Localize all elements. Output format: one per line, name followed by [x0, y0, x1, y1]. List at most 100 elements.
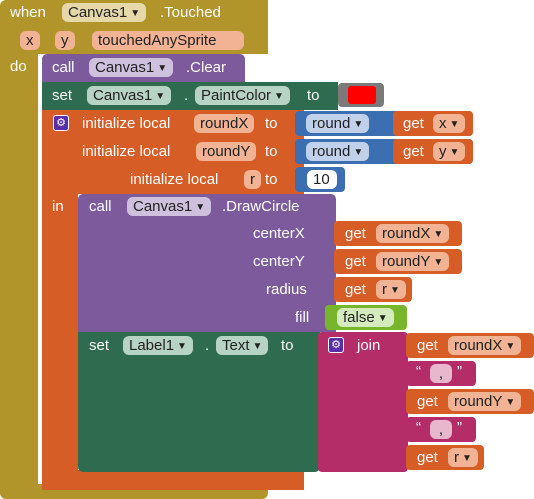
paint-to-label: to: [307, 87, 320, 104]
get-x-var: x: [439, 115, 447, 132]
dropdown-arrow-icon: ▼: [353, 147, 364, 158]
join-get-r-dropdown[interactable]: r ▼: [448, 448, 478, 467]
draw-component-dropdown[interactable]: Canvas1 ▼: [127, 197, 212, 216]
number-value[interactable]: 10: [307, 170, 337, 189]
label-component-dropdown[interactable]: Label1 ▼: [123, 336, 193, 355]
param-y[interactable]: y: [55, 31, 75, 50]
init-to-label-1: to: [265, 115, 278, 132]
arg-fill-label: fill: [295, 309, 310, 326]
open-quote-icon: “: [416, 419, 421, 436]
get-roundy-var: roundY: [382, 253, 431, 270]
join-label: join: [357, 337, 381, 354]
local-var-roundx[interactable]: roundX: [194, 114, 255, 133]
get-y-dropdown[interactable]: y ▼: [433, 142, 466, 161]
param-x[interactable]: x: [20, 31, 40, 50]
text-comma-value-1[interactable]: ,: [430, 364, 452, 383]
dropdown-arrow-icon: ▼: [377, 313, 388, 324]
label-dot-label: .: [205, 337, 210, 354]
init-to-label-2: to: [265, 143, 278, 160]
dropdown-arrow-icon: ▼: [449, 147, 460, 158]
event-name-label: .Touched: [160, 4, 221, 21]
label-set-label: set: [89, 337, 110, 354]
when-label: when: [10, 4, 46, 21]
arg-centery-label: centerY: [253, 253, 305, 270]
do-label: do: [10, 58, 27, 75]
dropdown-arrow-icon: ▼: [252, 341, 263, 352]
event-header-ext: [260, 0, 268, 54]
close-quote-icon: ”: [457, 419, 462, 436]
get-x-dropdown[interactable]: x ▼: [433, 114, 466, 133]
param-touched-any-sprite[interactable]: touchedAnySprite: [92, 31, 244, 50]
local-var-r[interactable]: r: [244, 170, 261, 189]
dropdown-arrow-icon: ▼: [177, 341, 187, 352]
join-get-roundy-label: get: [417, 393, 438, 410]
fill-value-label: false: [343, 309, 375, 326]
dropdown-arrow-icon: ▼: [505, 341, 516, 352]
join-get-roundx-var: roundX: [454, 337, 503, 354]
fill-value-dropdown[interactable]: false ▼: [337, 308, 394, 327]
text-comma-value-2[interactable]: ,: [430, 420, 452, 439]
draw-call-label: call: [89, 198, 112, 215]
get-y-label: get: [403, 143, 424, 160]
join-get-roundx-label: get: [417, 337, 438, 354]
label-component-label: Label1: [129, 337, 175, 354]
get-r-dropdown[interactable]: r ▼: [376, 280, 406, 299]
arg-radius-label: radius: [266, 281, 307, 298]
dropdown-arrow-icon: ▼: [157, 63, 168, 74]
get-roundx-var: roundX: [382, 225, 431, 242]
gear-icon[interactable]: ⚙: [328, 337, 344, 353]
close-quote-icon: ”: [457, 363, 462, 380]
dropdown-arrow-icon: ▼: [449, 119, 460, 130]
open-quote-icon: “: [416, 363, 421, 380]
get-r-var: r: [382, 281, 387, 298]
join-get-roundy-var: roundY: [454, 393, 503, 410]
round-fn-label-y: round: [312, 143, 351, 160]
round-fn-label-x: round: [312, 115, 351, 132]
dropdown-arrow-icon: ▼: [390, 285, 400, 296]
event-component-dropdown[interactable]: Canvas1 ▼: [62, 3, 147, 22]
init-label-1: initialize local: [82, 115, 171, 132]
label-property-dropdown[interactable]: Text ▼: [216, 336, 269, 355]
dropdown-arrow-icon: ▼: [155, 91, 166, 102]
join-get-r-var: r: [454, 449, 459, 466]
event-component-label: Canvas1: [68, 4, 128, 21]
paint-property-dropdown[interactable]: PaintColor ▼: [195, 86, 290, 105]
dropdown-arrow-icon: ▼: [505, 397, 516, 408]
clear-component-dropdown[interactable]: Canvas1 ▼: [89, 58, 174, 77]
in-label: in: [52, 198, 64, 215]
local-bottom-bar: [42, 470, 304, 490]
paint-dot-label: .: [184, 87, 189, 104]
arg-centerx-label: centerX: [253, 225, 305, 242]
clear-call-label: call: [52, 59, 75, 76]
dropdown-arrow-icon: ▼: [462, 453, 472, 464]
get-r-label: get: [345, 281, 366, 298]
get-y-var: y: [439, 143, 447, 160]
get-roundx-dropdown[interactable]: roundX ▼: [376, 224, 450, 243]
round-fn-dropdown-y[interactable]: round ▼: [306, 142, 370, 161]
round-fn-dropdown-x[interactable]: round ▼: [306, 114, 370, 133]
join-get-r-label: get: [417, 449, 438, 466]
join-get-roundx-dropdown[interactable]: roundX ▼: [448, 336, 522, 355]
paint-property-label: PaintColor: [201, 87, 272, 104]
draw-component-label: Canvas1: [133, 198, 193, 215]
clear-component-label: Canvas1: [95, 59, 155, 76]
local-var-roundy[interactable]: roundY: [196, 142, 257, 161]
join-get-roundy-dropdown[interactable]: roundY ▼: [448, 392, 522, 411]
gear-icon[interactable]: ⚙: [53, 115, 69, 131]
dropdown-arrow-icon: ▼: [433, 257, 444, 268]
paint-component-dropdown[interactable]: Canvas1 ▼: [87, 86, 172, 105]
init-to-label-3: to: [265, 171, 278, 188]
init-label-3: initialize local: [130, 171, 219, 188]
dropdown-arrow-icon: ▼: [130, 8, 141, 19]
paint-component-label: Canvas1: [93, 87, 153, 104]
init-label-2: initialize local: [82, 143, 171, 160]
paint-set-label: set: [52, 87, 73, 104]
color-red-swatch[interactable]: [348, 86, 376, 104]
label-to-label: to: [281, 337, 294, 354]
label-property-label: Text: [222, 337, 250, 354]
get-roundy-label: get: [345, 253, 366, 270]
dropdown-arrow-icon: ▼: [274, 91, 284, 102]
dropdown-arrow-icon: ▼: [353, 119, 364, 130]
dropdown-arrow-icon: ▼: [195, 202, 206, 213]
get-roundy-dropdown[interactable]: roundY ▼: [376, 252, 450, 271]
